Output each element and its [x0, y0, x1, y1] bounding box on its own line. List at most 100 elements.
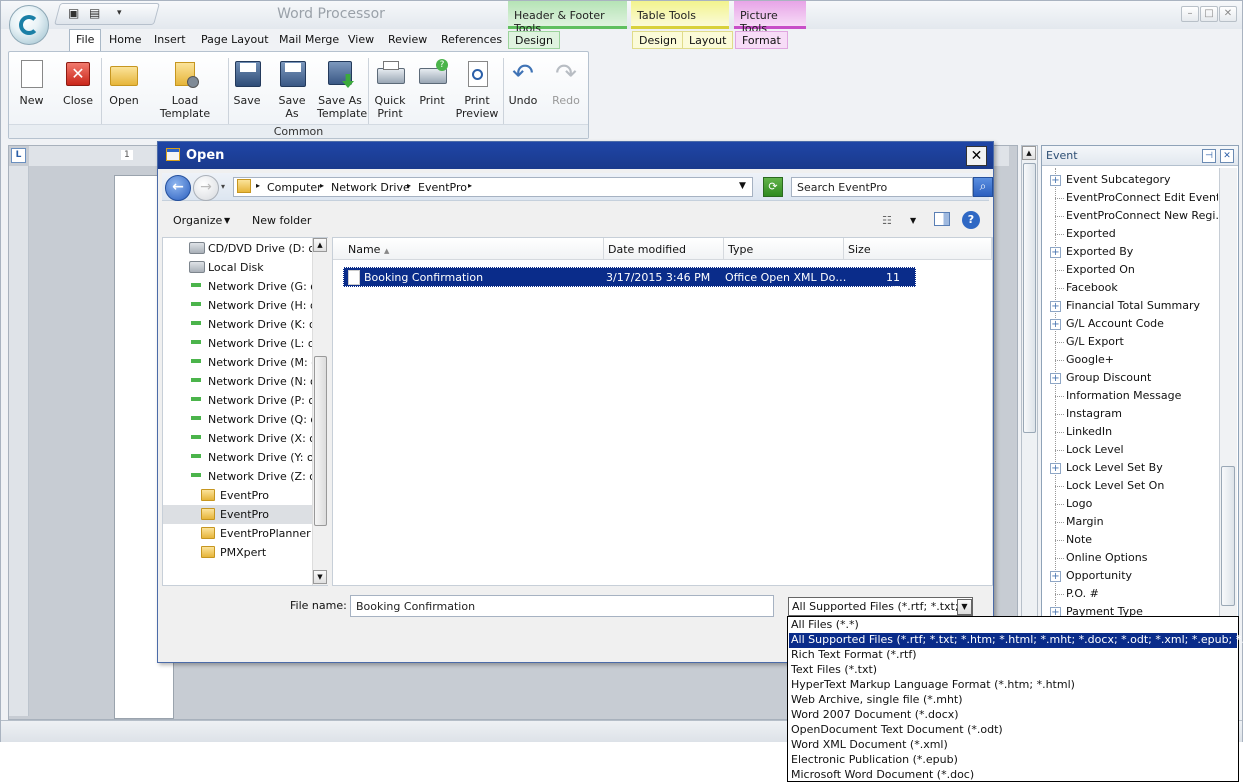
breadcrumb-arrow-icon[interactable]: ▸	[256, 181, 260, 190]
expand-icon[interactable]: +	[1050, 175, 1061, 186]
nav-drive-item[interactable]: CD/DVD Drive (D: on	[163, 239, 313, 258]
event-field-item[interactable]: Online Options	[1042, 549, 1218, 567]
nav-drive-item[interactable]: Network Drive (Z: on	[163, 467, 313, 486]
tab-header-footer-design[interactable]: Design	[508, 31, 560, 49]
file-type-option[interactable]: Web Archive, single file (*.mht)	[789, 693, 1237, 708]
tab-mail-merge[interactable]: Mail Merge	[272, 29, 346, 50]
event-field-item[interactable]: Google+	[1042, 351, 1218, 369]
event-field-item[interactable]: Margin	[1042, 513, 1218, 531]
redo-button[interactable]: ↷ Redo	[549, 58, 583, 126]
print-button[interactable]: ? Print	[415, 58, 449, 126]
load-template-button[interactable]: Load Template	[147, 58, 223, 126]
file-type-option[interactable]: Rich Text Format (*.rtf)	[789, 648, 1237, 663]
tab-review[interactable]: Review	[381, 29, 434, 50]
nav-drive-item[interactable]: Network Drive (N: on	[163, 372, 313, 391]
event-field-item[interactable]: Information Message	[1042, 387, 1218, 405]
file-type-option[interactable]: All Supported Files (*.rtf; *.txt; *.htm…	[789, 633, 1243, 648]
qat-customize-icon[interactable]: ▾	[117, 6, 131, 20]
breadcrumb-arrow-icon[interactable]: ▸	[407, 181, 411, 190]
event-field-item[interactable]: LinkedIn	[1042, 423, 1218, 441]
nav-scroll-up-arrow[interactable]: ▲	[313, 238, 327, 252]
nav-scroll-down-arrow[interactable]: ▼	[313, 570, 327, 584]
event-field-item[interactable]: Exported On	[1042, 261, 1218, 279]
tab-file[interactable]: File	[69, 29, 102, 51]
event-field-item[interactable]: + Group Discount	[1042, 369, 1218, 387]
tab-picture-format[interactable]: Format	[735, 31, 788, 49]
address-history-icon[interactable]: ▼	[739, 181, 746, 191]
event-field-item[interactable]: + Exported By	[1042, 243, 1218, 261]
column-header-name[interactable]: Name ▲	[333, 238, 604, 260]
address-bar[interactable]: ▸ Computer ▸ Network Drive ▸ EventPro ▸ …	[233, 177, 753, 197]
event-field-item[interactable]: Lock Level	[1042, 441, 1218, 459]
close-button[interactable]: ✕ Close	[59, 58, 97, 126]
file-type-option[interactable]: Microsoft Word Document (*.doc)	[789, 768, 1237, 782]
event-field-item[interactable]: + Financial Total Summary	[1042, 297, 1218, 315]
file-type-option[interactable]: OpenDocument Text Document (*.odt)	[789, 723, 1237, 738]
close-window-button[interactable]: ✕	[1219, 6, 1237, 22]
tab-stop-selector[interactable]: L	[11, 148, 26, 163]
file-name-input[interactable]: Booking Confirmation	[350, 595, 774, 617]
event-field-item[interactable]: EventProConnect New Regi…	[1042, 207, 1218, 225]
qat-save-all-icon[interactable]: ▤	[89, 6, 103, 20]
nav-folder-item[interactable]: EventPro	[163, 505, 313, 524]
expand-icon[interactable]: +	[1050, 373, 1061, 384]
save-button[interactable]: Save	[231, 58, 263, 126]
breadcrumb-arrow-icon[interactable]: ▸	[320, 181, 324, 190]
view-dropdown-icon[interactable]: ▼	[910, 216, 916, 225]
nav-drive-item[interactable]: Network Drive (X: on	[163, 429, 313, 448]
refresh-icon[interactable]: ⟳	[763, 177, 783, 197]
nav-drive-item[interactable]: Network Drive (H: on	[163, 296, 313, 315]
event-field-item[interactable]: + Event Subcategory	[1042, 171, 1218, 189]
breadcrumb-eventpro[interactable]: EventPro	[418, 181, 467, 194]
nav-folder-item[interactable]: EventProPlanner	[163, 524, 313, 543]
open-button[interactable]: Open	[106, 58, 142, 126]
nav-folder-item[interactable]: PMXpert	[163, 543, 313, 562]
save-as-template-button[interactable]: Save As Template	[317, 58, 367, 126]
maximize-button[interactable]: □	[1200, 6, 1218, 22]
file-type-dropdown-icon[interactable]: ▼	[957, 599, 972, 615]
pin-icon[interactable]: ⊣	[1202, 149, 1216, 163]
event-field-item[interactable]: Facebook	[1042, 279, 1218, 297]
file-type-option[interactable]: Word 2007 Document (*.docx)	[789, 708, 1237, 723]
back-arrow-icon[interactable]: ←	[165, 175, 191, 201]
tab-page-layout[interactable]: Page Layout	[194, 29, 276, 50]
column-header-type[interactable]: Type	[724, 238, 844, 260]
event-field-item[interactable]: + Lock Level Set By	[1042, 459, 1218, 477]
event-field-item[interactable]: + G/L Account Code	[1042, 315, 1218, 333]
file-type-option[interactable]: Text Files (*.txt)	[789, 663, 1237, 678]
navigation-scroll-thumb[interactable]	[314, 356, 327, 526]
new-button[interactable]: New	[14, 58, 49, 126]
file-type-option[interactable]: Word XML Document (*.xml)	[789, 738, 1237, 753]
recent-locations-icon[interactable]: ▾	[221, 182, 225, 191]
application-menu-button[interactable]	[9, 5, 49, 45]
scroll-up-arrow[interactable]: ▲	[1022, 146, 1036, 160]
event-field-item[interactable]: Logo	[1042, 495, 1218, 513]
forward-arrow-icon[interactable]: →	[193, 175, 219, 201]
event-field-item[interactable]: Exported	[1042, 225, 1218, 243]
nav-drive-item[interactable]: Network Drive (Y: on	[163, 448, 313, 467]
preview-pane-icon[interactable]	[934, 212, 950, 226]
print-preview-button[interactable]: Print Preview	[455, 58, 499, 126]
view-options-icon[interactable]: ☷	[882, 214, 892, 227]
organize-button[interactable]: Organize	[173, 214, 222, 227]
expand-icon[interactable]: +	[1050, 319, 1061, 330]
file-type-option[interactable]: Electronic Publication (*.epub)	[789, 753, 1237, 768]
nav-drive-item[interactable]: Local Disk	[163, 258, 313, 277]
qat-save-icon[interactable]: ▣	[68, 6, 82, 20]
column-header-date[interactable]: Date modified	[604, 238, 724, 260]
tab-table-layout[interactable]: Layout	[682, 31, 734, 49]
column-header-size[interactable]: Size	[844, 238, 992, 260]
tab-references[interactable]: References	[434, 29, 509, 50]
nav-drive-item[interactable]: Network Drive (K: on	[163, 315, 313, 334]
save-as-button[interactable]: Save As	[271, 58, 313, 126]
nav-drive-item[interactable]: Network Drive (M: on	[163, 353, 313, 372]
search-icon[interactable]: ⌕	[973, 177, 993, 197]
tab-insert[interactable]: Insert	[147, 29, 193, 50]
quick-print-button[interactable]: Quick Print	[372, 58, 408, 126]
file-type-option[interactable]: All Files (*.*)	[789, 618, 1237, 633]
breadcrumb-arrow-icon[interactable]: ▸	[468, 181, 472, 190]
expand-icon[interactable]: +	[1050, 301, 1061, 312]
breadcrumb-computer[interactable]: Computer	[267, 181, 322, 194]
new-folder-button[interactable]: New folder	[252, 214, 311, 227]
document-scroll-thumb[interactable]	[1023, 163, 1036, 433]
